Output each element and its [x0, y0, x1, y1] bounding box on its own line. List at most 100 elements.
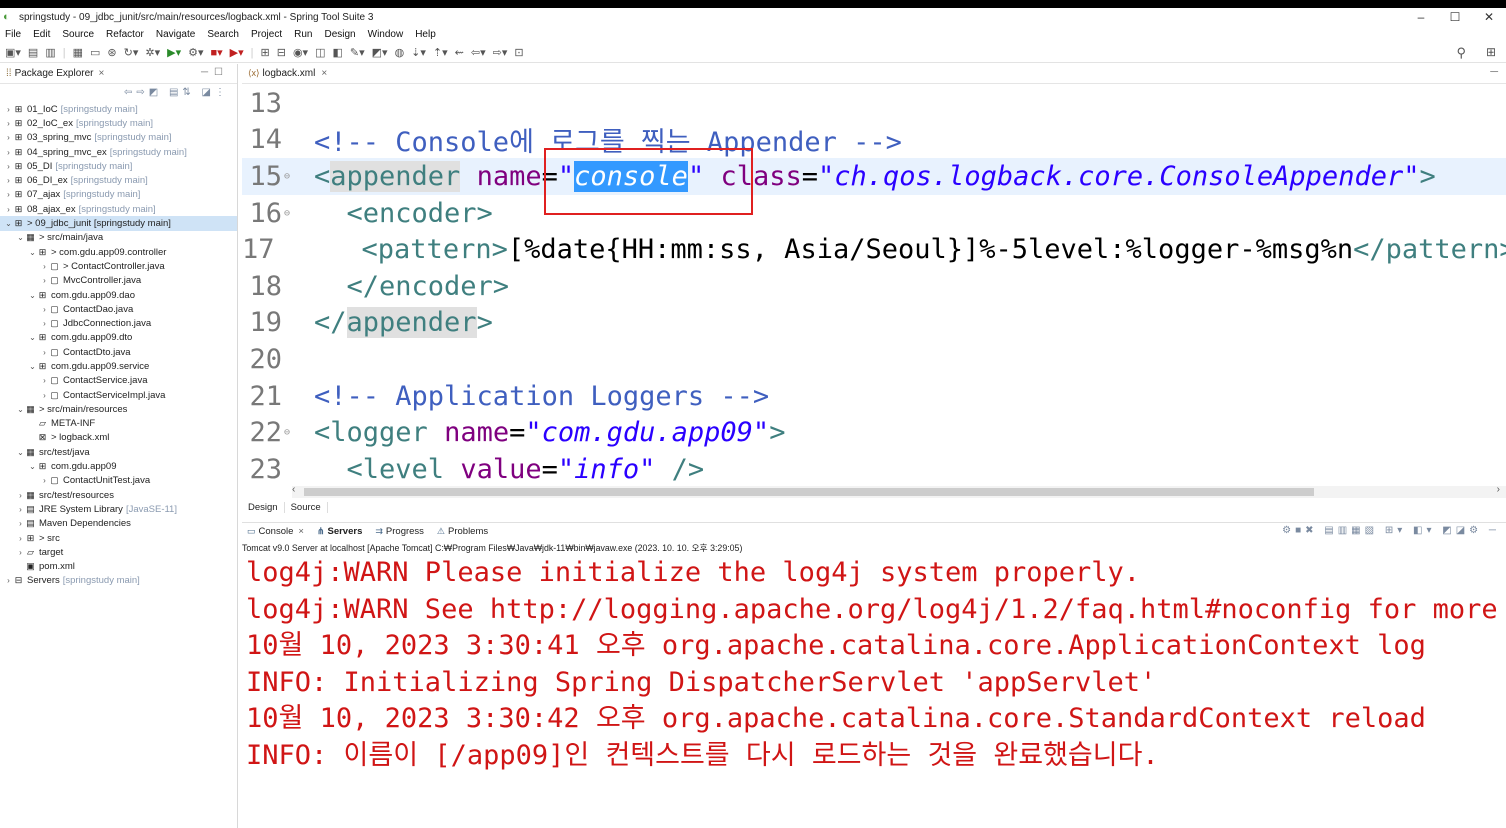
- chevron-down-icon[interactable]: ⌄: [28, 291, 37, 300]
- tree-item[interactable]: › ⊞ 01_IoC [springstudy main]: [0, 102, 237, 116]
- chevron-right-icon[interactable]: ›: [40, 391, 49, 400]
- code-line[interactable]: 23 <level value="info" />: [242, 451, 1506, 485]
- chevron-right-icon[interactable]: ›: [40, 319, 49, 328]
- tab-servers[interactable]: ⋔ Servers: [317, 526, 362, 537]
- close-icon[interactable]: ×: [321, 68, 327, 79]
- tree-item[interactable]: › ▢ ContactServiceImpl.java: [0, 388, 237, 402]
- close-icon[interactable]: ×: [298, 526, 304, 537]
- new-java-project-icon[interactable]: ⊞: [261, 46, 270, 59]
- tree-item[interactable]: ⌄ ⊞ > com.gdu.app09.controller: [0, 245, 237, 259]
- pen-icon[interactable]: ✎▾: [350, 46, 365, 59]
- tree-item[interactable]: ⌄ ⊞ > 09_jdbc_junit [springstudy main]: [0, 216, 237, 231]
- close-button[interactable]: ✕: [1472, 8, 1506, 26]
- menu-source[interactable]: Source: [62, 29, 94, 40]
- code-line[interactable]: 22 ⊖ <logger name="com.gdu.app09">: [242, 414, 1506, 451]
- code-line[interactable]: 21 <!-- Application Loggers -->: [242, 378, 1506, 415]
- new-package-icon[interactable]: ⊟: [277, 46, 286, 59]
- tree-item[interactable]: ⌄ ▦ src/test/java: [0, 445, 237, 459]
- tree-item[interactable]: › ⊞ 07_ajax [springstudy main]: [0, 188, 237, 202]
- tab-logback-xml[interactable]: ⟨x⟩ logback.xml ×: [242, 68, 327, 79]
- run-icon[interactable]: ▶▾: [167, 46, 181, 59]
- tree-item[interactable]: › ▱ target: [0, 545, 237, 559]
- tree-item[interactable]: › ▢ ContactDto.java: [0, 345, 237, 359]
- fold-marker-icon[interactable]: ⊖: [284, 171, 294, 182]
- view-controls[interactable]: ─☐: [201, 67, 229, 78]
- annotation-icon[interactable]: ◩▾: [372, 46, 388, 59]
- chevron-down-icon[interactable]: ⌄: [28, 248, 37, 257]
- chevron-right-icon[interactable]: ›: [4, 162, 13, 171]
- save-icon[interactable]: ▤: [28, 46, 38, 59]
- tree-item[interactable]: › ⊞ 04_spring_mvc_ex [springstudy main]: [0, 145, 237, 159]
- code-line[interactable]: 13: [242, 85, 1506, 122]
- chevron-right-icon[interactable]: ›: [16, 534, 25, 543]
- minimize-icon[interactable]: ─: [1490, 66, 1498, 78]
- menu-navigate[interactable]: Navigate: [156, 29, 195, 40]
- tree-item[interactable]: › ▤ Maven Dependencies: [0, 517, 237, 531]
- chevron-right-icon[interactable]: ›: [40, 376, 49, 385]
- new-icon[interactable]: ▣▾: [5, 46, 21, 59]
- search-icon[interactable]: ⚲: [1456, 45, 1466, 61]
- tree-item[interactable]: ⌄ ⊞ com.gdu.app09.dao: [0, 288, 237, 302]
- save-all-icon[interactable]: ▥: [45, 46, 55, 59]
- chevron-down-icon[interactable]: ⌄: [28, 333, 37, 342]
- tree-item[interactable]: › ⊞ 06_DI_ex [springstudy main]: [0, 173, 237, 187]
- tree-item[interactable]: › ▢ ContactUnitTest.java: [0, 474, 237, 488]
- chevron-right-icon[interactable]: ›: [4, 119, 13, 128]
- tree-item[interactable]: › ▢ MvcController.java: [0, 274, 237, 288]
- globe-icon[interactable]: ◍: [395, 46, 405, 59]
- tree-item[interactable]: › ⊞ 02_IoC_ex [springstudy main]: [0, 116, 237, 130]
- tree-item[interactable]: › ▢ > ContactController.java: [0, 259, 237, 273]
- code-line[interactable]: 14 <!-- Console에 로그를 찍는 Appender -->: [242, 122, 1506, 158]
- tree-item[interactable]: ⌄ ▦ > src/main/resources: [0, 402, 237, 416]
- print-icon[interactable]: ▦: [73, 46, 83, 59]
- tree-item[interactable]: › ⊟ Servers [springstudy main]: [0, 574, 237, 588]
- editor-horizontal-scrollbar[interactable]: ‹ ›: [292, 484, 1506, 498]
- tree-item[interactable]: › ▦ src/test/resources: [0, 488, 237, 502]
- chevron-right-icon[interactable]: ›: [40, 305, 49, 314]
- tab-console[interactable]: ▭ Console ×: [247, 526, 304, 537]
- chevron-right-icon[interactable]: ›: [4, 176, 13, 185]
- chevron-right-icon[interactable]: ›: [40, 262, 49, 271]
- chevron-down-icon[interactable]: ⌄: [16, 233, 25, 242]
- code-line[interactable]: 20: [242, 341, 1506, 378]
- tree-item[interactable]: ⌄ ⊞ com.gdu.app09: [0, 459, 237, 473]
- tree-item[interactable]: › ▤ JRE System Library [JavaSE-11]: [0, 502, 237, 516]
- tree-item[interactable]: › ⊞ > src: [0, 531, 237, 545]
- tree-item[interactable]: › ▢ ContactService.java: [0, 374, 237, 388]
- menu-file[interactable]: File: [5, 29, 21, 40]
- close-icon[interactable]: ×: [99, 68, 105, 79]
- scrollbar-thumb[interactable]: [304, 488, 1314, 496]
- scroll-right-icon[interactable]: ›: [1497, 484, 1500, 495]
- debug-icon[interactable]: ⊛: [107, 46, 116, 59]
- run-config-icon[interactable]: ⚙▾: [188, 46, 203, 59]
- open-perspective-icon[interactable]: ⊡: [514, 46, 523, 59]
- open-type-icon[interactable]: ◫: [315, 46, 325, 59]
- chevron-right-icon[interactable]: ›: [16, 491, 25, 500]
- tree-item[interactable]: › ⊞ 08_ajax_ex [springstudy main]: [0, 202, 237, 216]
- tab-design[interactable]: Design: [242, 501, 285, 513]
- chevron-right-icon[interactable]: ›: [4, 190, 13, 199]
- xml-editor[interactable]: 13 14 <!-- Console에 로그를 찍는 Appender --> 15 ⊖…: [242, 85, 1506, 485]
- chevron-right-icon[interactable]: ›: [16, 548, 25, 557]
- maximize-button[interactable]: ☐: [1438, 8, 1472, 26]
- code-line[interactable]: 17 <pattern>[%date{HH:mm:ss, Asia/Seoul}…: [242, 231, 1506, 268]
- tree-item[interactable]: ⌄ ▦ > src/main/java: [0, 231, 237, 245]
- console-icon[interactable]: ▭: [90, 46, 100, 59]
- tree-item[interactable]: ⌄ ⊞ com.gdu.app09.service: [0, 359, 237, 373]
- console-output[interactable]: log4j:WARN Please initialize the log4j s…: [246, 555, 1506, 775]
- bug-icon[interactable]: ✲▾: [145, 46, 160, 59]
- menu-window[interactable]: Window: [368, 29, 404, 40]
- tab-progress[interactable]: ⇉ Progress: [375, 526, 424, 537]
- chevron-right-icon[interactable]: ›: [40, 476, 49, 485]
- tab-source[interactable]: Source: [285, 501, 328, 513]
- open-folder-icon[interactable]: ◧: [332, 46, 342, 59]
- chevron-right-icon[interactable]: ›: [4, 576, 13, 585]
- chevron-right-icon[interactable]: ›: [4, 148, 13, 157]
- code-line[interactable]: 18 </encoder>: [242, 268, 1506, 305]
- explorer-toolbar[interactable]: ⇦⇨◩ ▤⇅ ◪⋮: [0, 84, 237, 102]
- stop-icon[interactable]: ■▾: [211, 46, 223, 59]
- code-line[interactable]: 16 ⊖ <encoder>: [242, 195, 1506, 232]
- chevron-right-icon[interactable]: ›: [40, 276, 49, 285]
- scroll-left-icon[interactable]: ‹: [292, 484, 295, 495]
- menu-search[interactable]: Search: [207, 29, 239, 40]
